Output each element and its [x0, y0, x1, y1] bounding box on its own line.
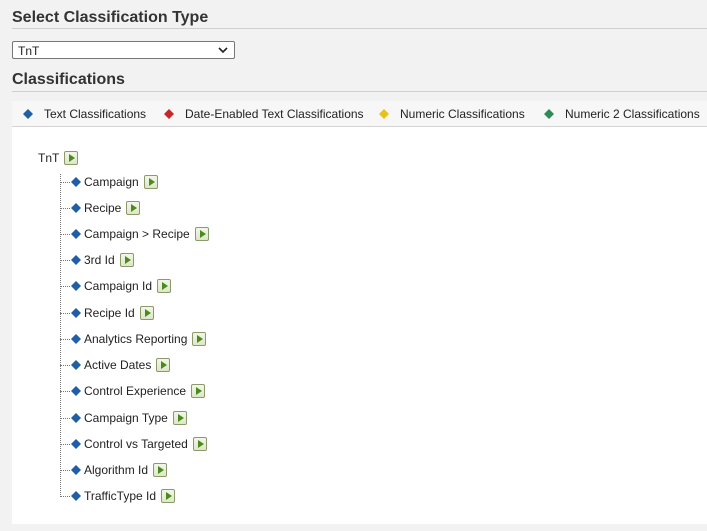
expand-arrow-icon[interactable] — [126, 201, 141, 215]
blue-diamond-icon — [71, 203, 81, 213]
legend-label: Date-Enabled Text Classifications — [185, 107, 364, 121]
blue-diamond-icon — [71, 491, 81, 501]
tree-node-label: Campaign Id — [84, 279, 153, 293]
tree-root: TnT — [38, 151, 79, 165]
legend-item-text: Text Classifications — [22, 107, 146, 121]
select-value: TnT — [18, 44, 40, 58]
expand-arrow-icon[interactable] — [64, 151, 79, 165]
legend-label: Numeric 2 Classifications — [565, 107, 700, 121]
legend-label: Numeric Classifications — [400, 107, 525, 121]
tree-node: Control vs Targeted — [60, 436, 207, 452]
expand-arrow-icon[interactable] — [143, 175, 158, 189]
tree-node-label: Recipe Id — [84, 306, 135, 320]
blue-diamond-icon — [71, 334, 81, 344]
select-classification-type-heading: Select Classification Type — [12, 9, 209, 26]
expand-arrow-icon[interactable] — [172, 411, 187, 425]
tree-node: Algorithm Id — [60, 462, 168, 478]
tree-node: Campaign > Recipe — [60, 226, 209, 242]
classifications-panel: Text Classifications Date-Enabled Text C… — [12, 101, 707, 524]
expand-arrow-icon[interactable] — [191, 384, 206, 398]
tree-node: Campaign Id — [60, 278, 172, 294]
tree-node-label: Campaign > Recipe — [84, 227, 190, 241]
legend-item-numeric-2: Numeric 2 Classifications — [543, 107, 700, 121]
blue-diamond-icon — [23, 109, 33, 119]
expand-arrow-icon[interactable] — [156, 358, 171, 372]
expand-arrow-icon[interactable] — [161, 489, 176, 503]
blue-diamond-icon — [71, 413, 81, 423]
tree-node-label: 3rd Id — [84, 253, 115, 267]
tree-node-label: Control vs Targeted — [84, 437, 188, 451]
classifications-heading: Classifications — [12, 71, 125, 88]
tree-node-label: Analytics Reporting — [84, 332, 188, 346]
expand-arrow-icon[interactable] — [139, 306, 154, 320]
tree-node: Recipe — [60, 200, 141, 216]
blue-diamond-icon — [71, 465, 81, 475]
expand-arrow-icon[interactable] — [119, 253, 134, 267]
divider — [12, 91, 707, 92]
expand-arrow-icon[interactable] — [192, 437, 207, 451]
tree-node-label: TrafficType Id — [84, 489, 157, 503]
tree-node-label: Algorithm Id — [84, 463, 149, 477]
tree-node: Active Dates — [60, 357, 171, 373]
yellow-diamond-icon — [379, 109, 389, 119]
blue-diamond-icon — [71, 308, 81, 318]
tree-node-label: Active Dates — [84, 358, 152, 372]
tree-node: 3rd Id — [60, 252, 134, 268]
blue-diamond-icon — [71, 229, 81, 239]
blue-diamond-icon — [71, 177, 81, 187]
classification-legend: Text Classifications Date-Enabled Text C… — [12, 101, 707, 127]
tree-root-label: TnT — [38, 151, 60, 165]
legend-item-numeric: Numeric Classifications — [378, 107, 525, 121]
divider — [12, 28, 707, 29]
green-diamond-icon — [544, 109, 554, 119]
chevron-down-icon — [218, 47, 228, 54]
tree-node: Campaign — [60, 174, 158, 190]
blue-diamond-icon — [71, 360, 81, 370]
tree-node: Control Experience — [60, 383, 206, 399]
expand-arrow-icon[interactable] — [157, 279, 172, 293]
tree-node-label: Recipe — [84, 201, 122, 215]
expand-arrow-icon[interactable] — [192, 332, 207, 346]
red-diamond-icon — [164, 109, 174, 119]
classification-type-select[interactable]: TnT — [12, 41, 235, 59]
expand-arrow-icon[interactable] — [153, 463, 168, 477]
legend-label: Text Classifications — [44, 107, 147, 121]
expand-arrow-icon[interactable] — [194, 227, 209, 241]
blue-diamond-icon — [71, 439, 81, 449]
tree-node-label: Control Experience — [84, 384, 187, 398]
tree-node-label: Campaign Type — [84, 411, 168, 425]
tree-node: Campaign Type — [60, 410, 187, 426]
tree-node: Analytics Reporting — [60, 331, 207, 347]
tree-node: TrafficType Id — [60, 488, 176, 504]
tree-node-label: Campaign — [84, 175, 139, 189]
blue-diamond-icon — [71, 255, 81, 265]
tree-node: Recipe Id — [60, 305, 154, 321]
blue-diamond-icon — [71, 386, 81, 396]
blue-diamond-icon — [71, 281, 81, 291]
legend-item-date-enabled: Date-Enabled Text Classifications — [163, 107, 364, 121]
